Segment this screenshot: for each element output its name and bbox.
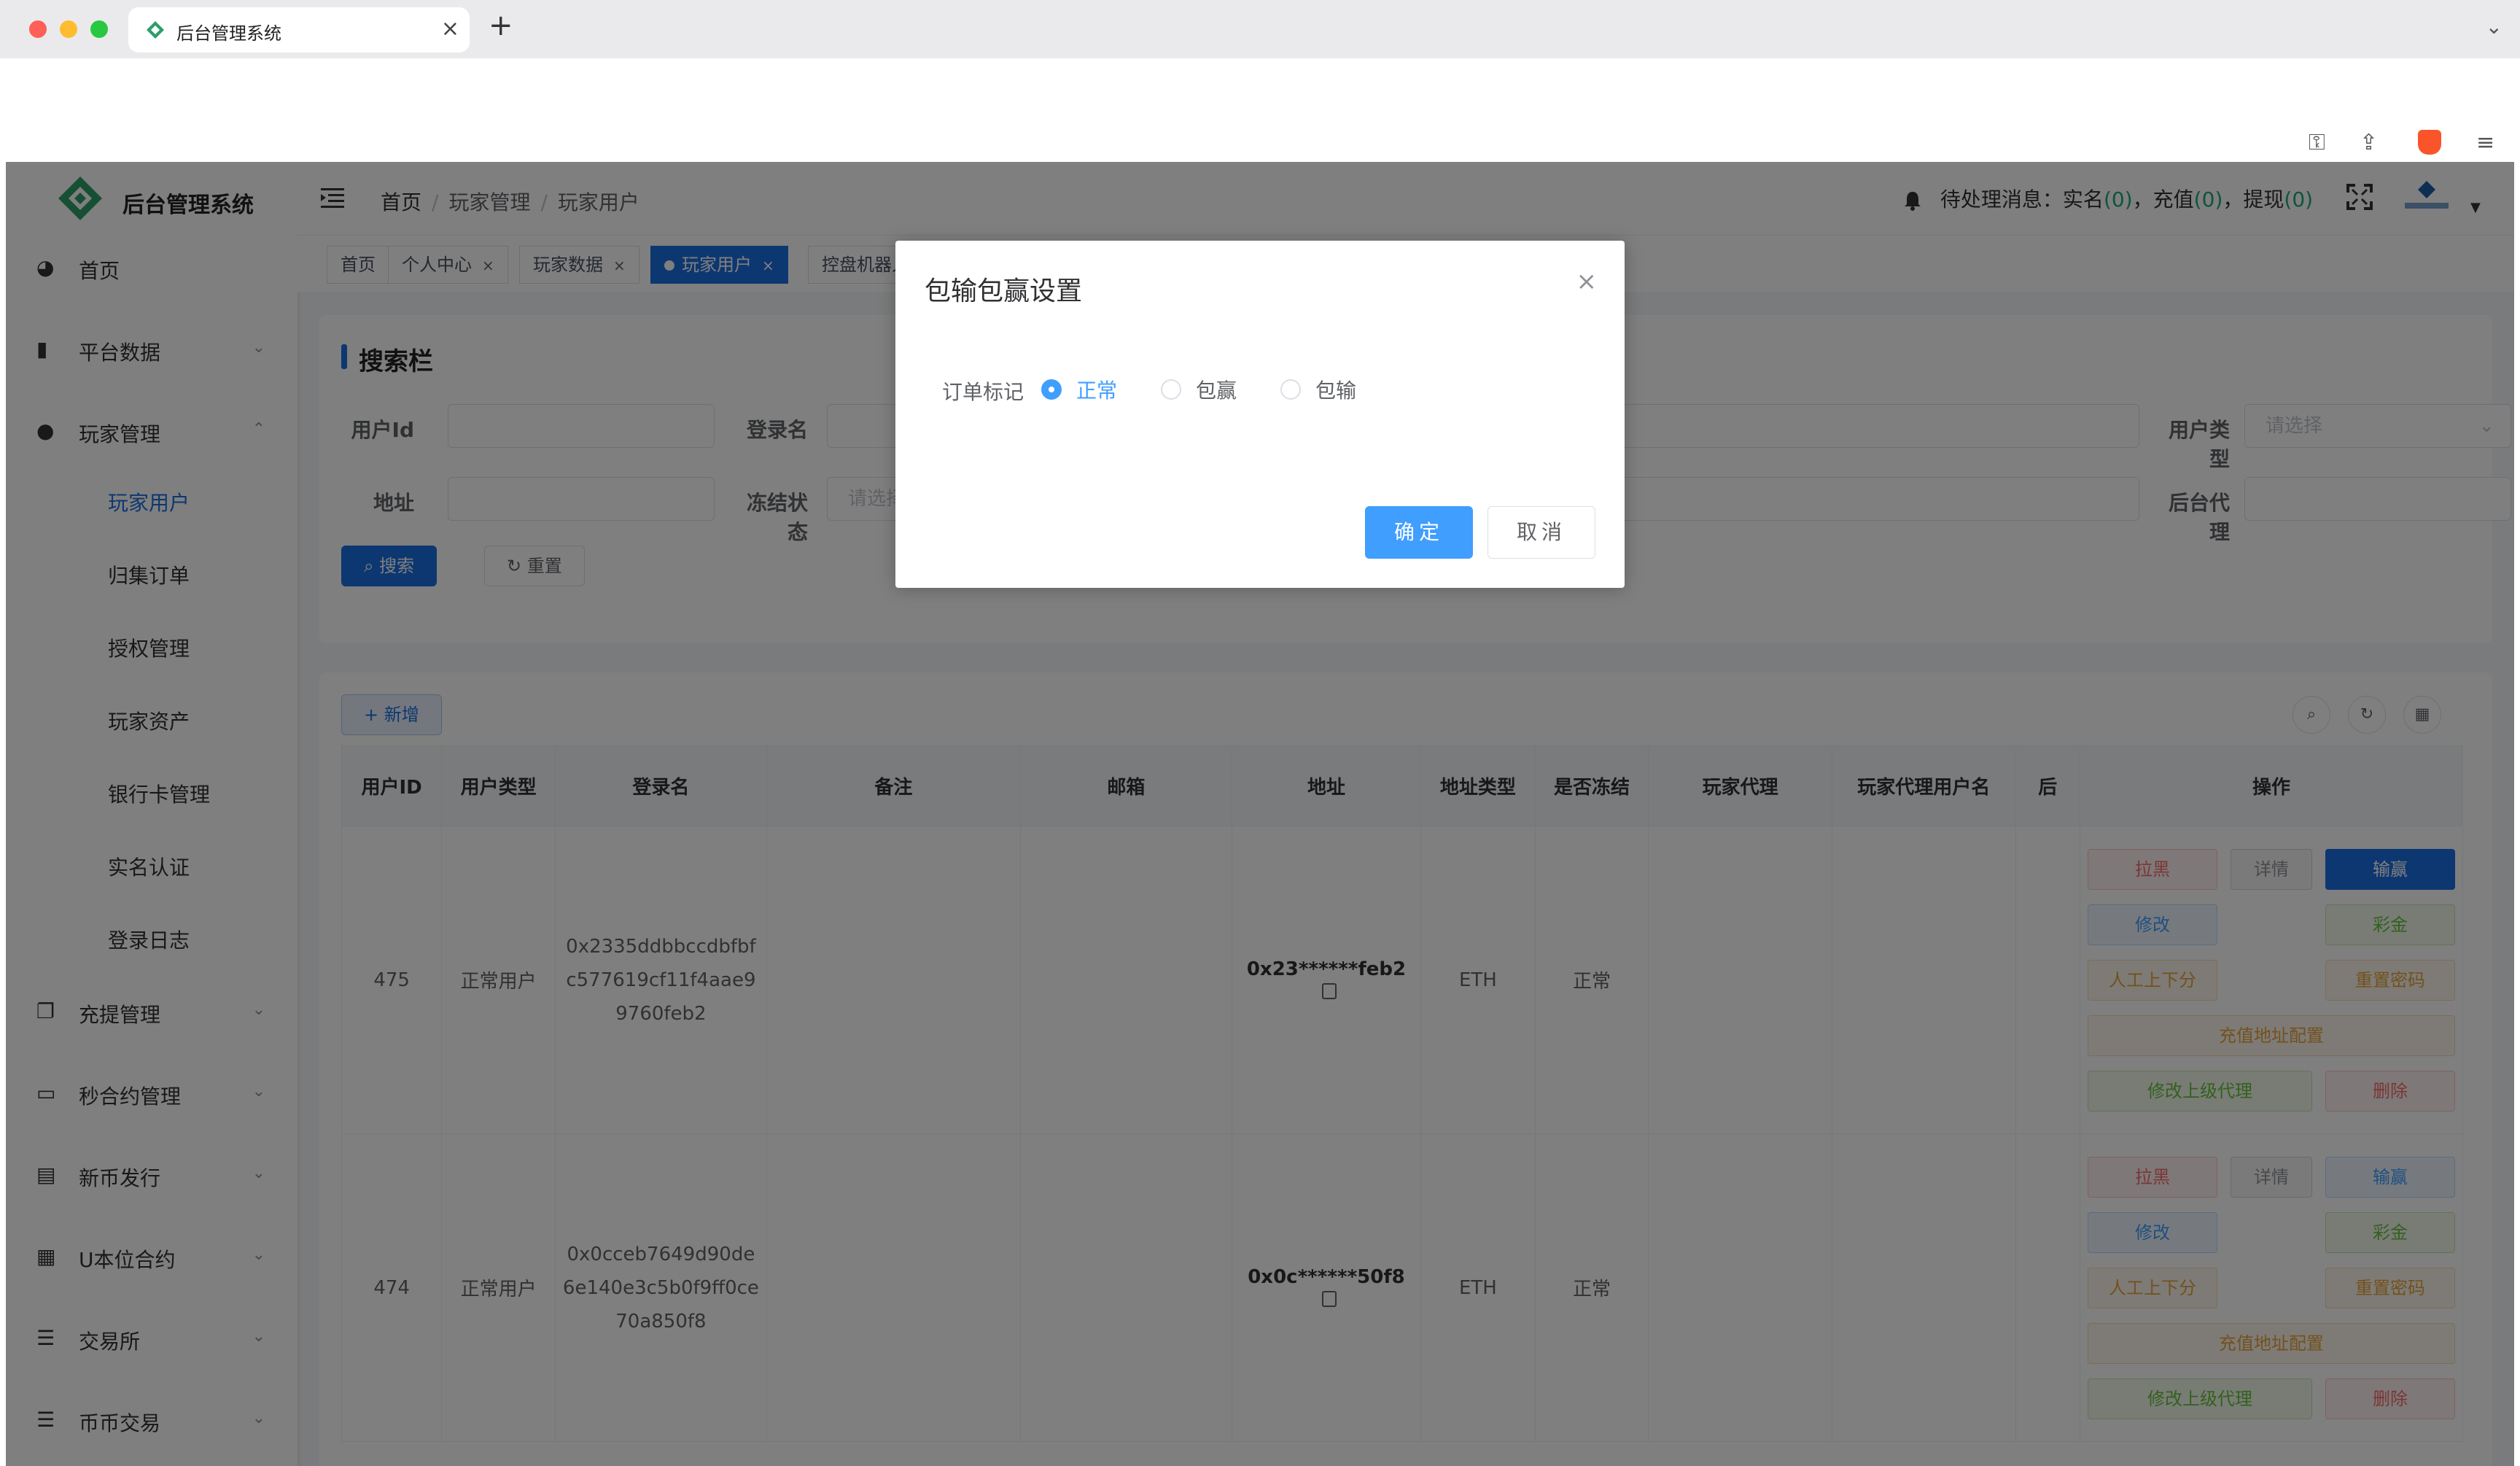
- browser-toolbar: ‹ › ↻ ⌑ ⚙ ⚿ ⇪ ≡: [0, 58, 2520, 168]
- confirm-button[interactable]: 确定: [1365, 506, 1473, 559]
- order-mark-label: 订单标记: [942, 380, 1024, 404]
- cancel-button[interactable]: 取消: [1488, 506, 1595, 559]
- minimize-window-button[interactable]: [60, 20, 77, 38]
- tab-list-chevron-icon[interactable]: ⌄: [2486, 15, 2502, 39]
- maximize-window-button[interactable]: [90, 20, 108, 38]
- menu-icon[interactable]: ≡: [2476, 130, 2494, 155]
- tab-title: 后台管理系统: [176, 23, 281, 44]
- tab-close-icon[interactable]: ×: [441, 16, 459, 42]
- new-tab-button[interactable]: +: [489, 9, 513, 42]
- dialog-title: 包输包赢设置: [925, 276, 1083, 306]
- radio-guaranteed-lose[interactable]: 包输: [1280, 375, 1356, 404]
- share-icon[interactable]: ⇪: [2360, 130, 2378, 155]
- close-window-button[interactable]: [29, 20, 47, 38]
- radio-normal[interactable]: 正常: [1041, 375, 1117, 404]
- radio-guaranteed-win[interactable]: 包赢: [1161, 375, 1237, 404]
- browser-titlebar: 后台管理系统 × + ⌄: [0, 0, 2520, 58]
- close-icon[interactable]: ×: [1576, 267, 1598, 296]
- browser-tab-active[interactable]: 后台管理系统 ×: [128, 7, 470, 53]
- win-lose-settings-dialog: 包输包赢设置 × 订单标记 正常 包赢 包输 确定 取消: [895, 241, 1625, 588]
- password-key-icon[interactable]: ⚿: [2309, 130, 2325, 155]
- favicon-icon: [147, 21, 164, 39]
- brave-shield-icon[interactable]: [2418, 130, 2441, 155]
